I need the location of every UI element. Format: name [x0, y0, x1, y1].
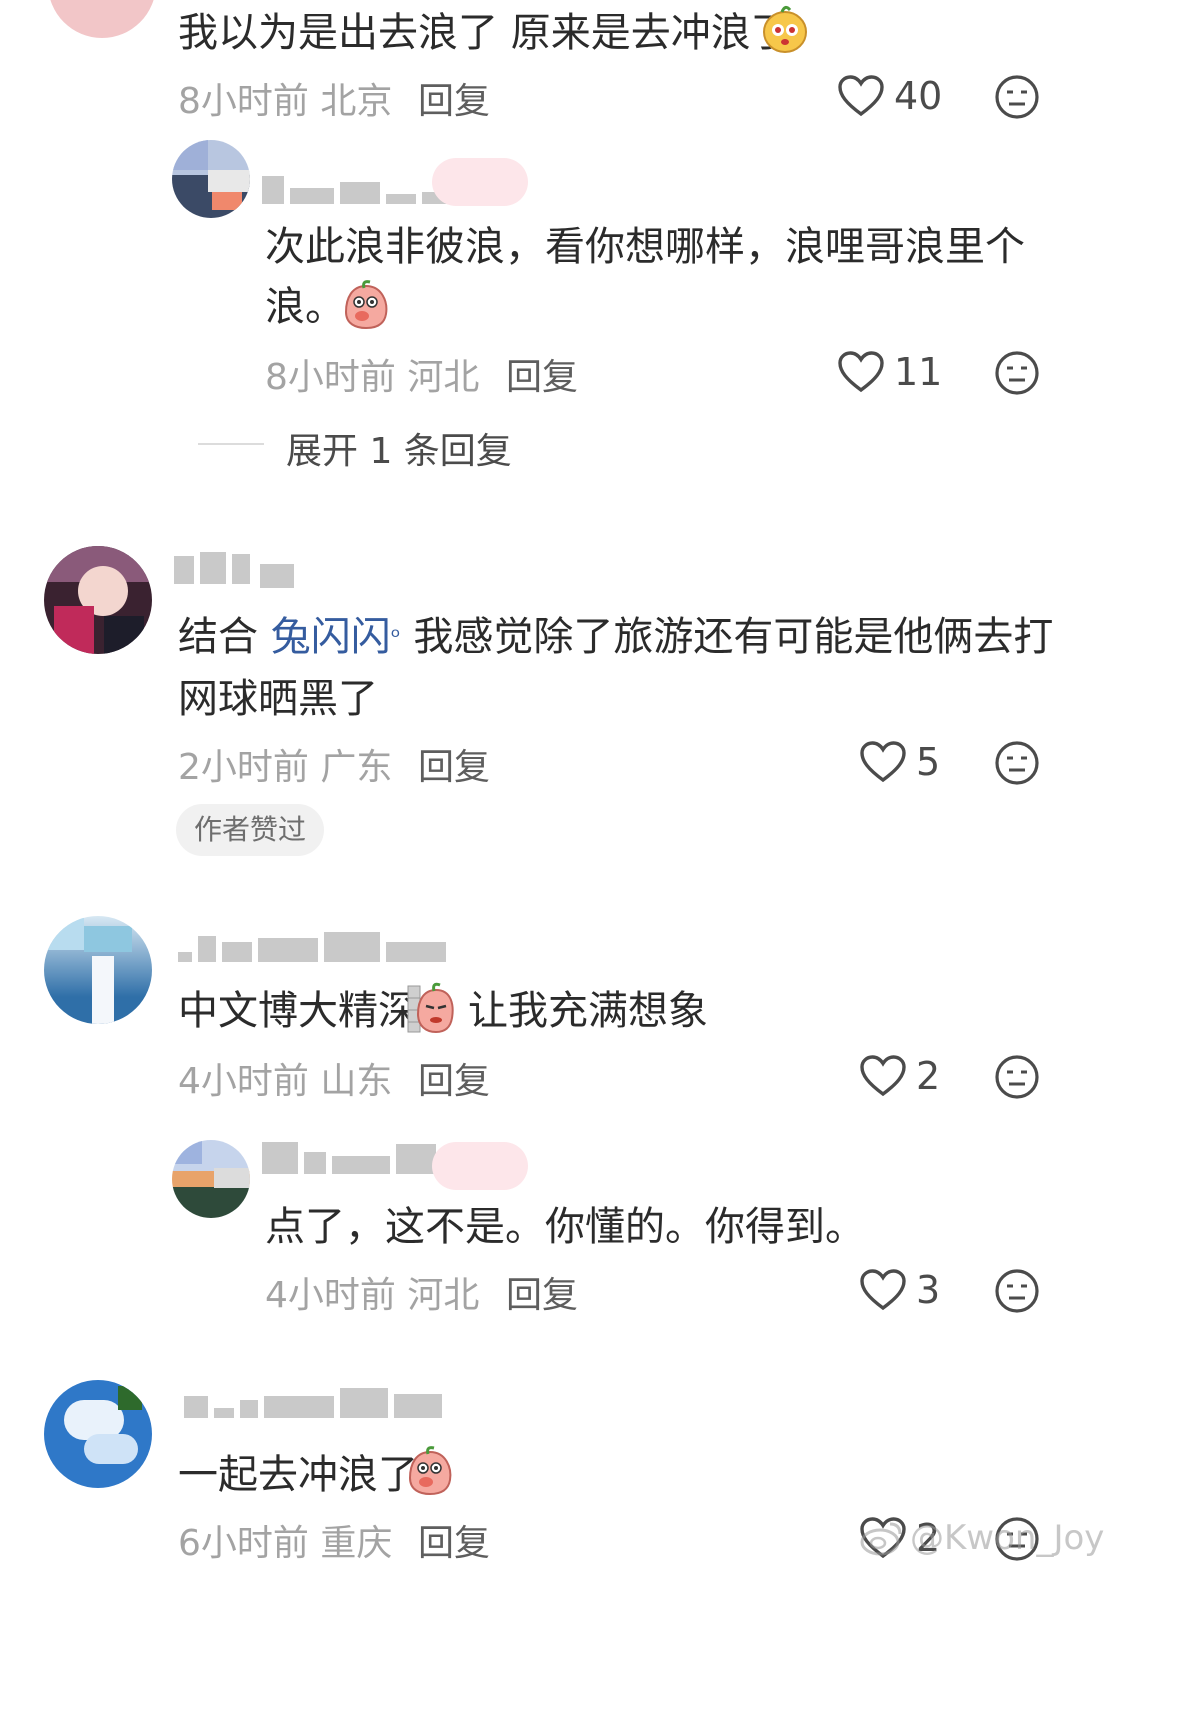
reply-button[interactable]: 回复	[418, 738, 490, 790]
comment-text: 结合 兔闪闪ᵒ 我感觉除了旅游还有可能是他俩去打	[178, 614, 1054, 660]
comment-meta: 2小时前 广东	[178, 747, 393, 788]
like-count: 2	[916, 1054, 941, 1098]
dislike-face-icon[interactable]	[994, 1054, 1040, 1100]
username-blurred[interactable]	[262, 1142, 436, 1174]
avatar[interactable]	[44, 1380, 152, 1488]
reply-button[interactable]: 回复	[506, 1266, 578, 1318]
author-liked-badge: 作者赞过	[176, 804, 325, 856]
expand-divider	[198, 443, 264, 445]
author-tag-blurred	[432, 158, 528, 206]
peach-emoji-icon	[344, 280, 388, 330]
avatar[interactable]	[44, 546, 152, 654]
comment-text: 一起去冲浪了	[178, 1452, 418, 1498]
dislike-face-icon[interactable]	[994, 74, 1040, 120]
peach-emoji-icon	[408, 1446, 452, 1496]
mention-link[interactable]: 兔闪闪	[271, 614, 391, 660]
reply-button[interactable]: 回复	[418, 72, 490, 124]
user-level-blurred	[260, 560, 294, 588]
watermark: @Kwon_Joy	[860, 1518, 1104, 1558]
avatar[interactable]	[48, 0, 156, 38]
author-tag-blurred	[432, 1142, 528, 1190]
dislike-face-icon[interactable]	[994, 350, 1040, 396]
expand-replies-button[interactable]: 展开 1 条回复	[286, 422, 512, 474]
search-icon: ᵒ	[390, 623, 401, 651]
like-button[interactable]: 3	[860, 1268, 940, 1312]
dislike-face-icon[interactable]	[994, 1268, 1040, 1314]
like-count: 3	[916, 1268, 941, 1312]
mango-emoji-icon	[763, 5, 807, 53]
heart-icon	[860, 1055, 906, 1097]
avatar[interactable]	[172, 1140, 250, 1218]
like-count: 5	[916, 740, 941, 784]
username-blurred[interactable]	[174, 552, 250, 584]
reply-text-line2: 浪。	[265, 284, 345, 330]
reply-button[interactable]: 回复	[418, 1052, 490, 1104]
comment-text: 我以为是出去浪了 原来是去冲浪了	[178, 10, 791, 56]
comment-meta: 6小时前 重庆	[178, 1523, 393, 1564]
heart-icon	[838, 75, 884, 117]
peach-wall-emoji-icon	[407, 982, 454, 1034]
avatar[interactable]	[44, 916, 152, 1024]
like-button[interactable]: 11	[838, 350, 942, 394]
like-button[interactable]: 40	[838, 74, 942, 118]
reply-meta: 8小时前 河北	[265, 357, 480, 398]
comment-meta: 8小时前 北京	[178, 81, 393, 122]
like-count: 40	[894, 74, 943, 118]
reply-button[interactable]: 回复	[418, 1514, 490, 1566]
reply-button[interactable]: 回复	[506, 348, 578, 400]
weibo-logo-icon	[860, 1522, 902, 1556]
like-button[interactable]: 5	[860, 740, 940, 784]
reply-text: 点了，这不是。你懂的。你得到。	[265, 1204, 865, 1250]
heart-icon	[838, 351, 884, 393]
heart-icon	[860, 741, 906, 783]
username-blurred[interactable]	[178, 932, 446, 962]
username-blurred[interactable]	[184, 1388, 442, 1418]
avatar[interactable]	[172, 140, 250, 218]
like-count: 11	[894, 350, 943, 394]
like-button[interactable]: 2	[860, 1054, 940, 1098]
reply-meta: 4小时前 河北	[265, 1275, 480, 1316]
heart-icon	[860, 1269, 906, 1311]
reply-text: 次此浪非彼浪，看你想哪样，浪哩哥浪里个	[265, 224, 1025, 270]
comment-meta: 4小时前 山东	[178, 1061, 393, 1102]
comment-text-line2: 网球晒黑了	[178, 676, 378, 722]
dislike-face-icon[interactable]	[994, 740, 1040, 786]
